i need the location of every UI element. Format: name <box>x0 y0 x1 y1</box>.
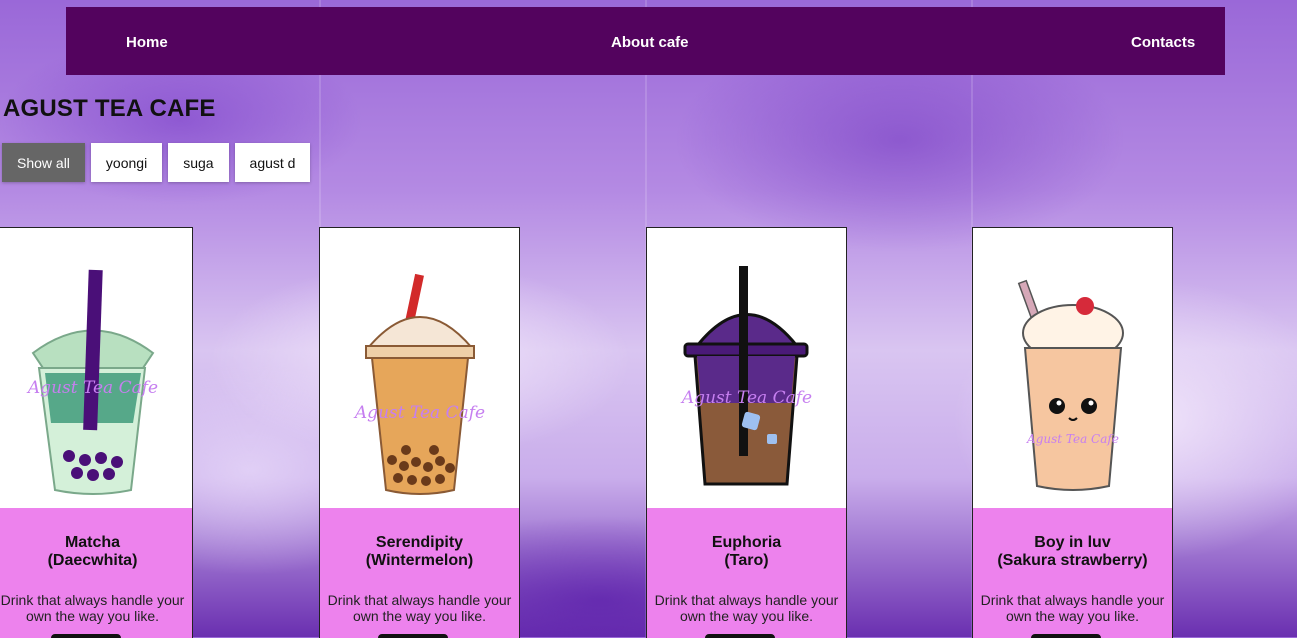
description-line: Drink that always handle your <box>0 592 185 608</box>
nav-home-link[interactable]: Home <box>126 34 168 51</box>
filter-agust-d-button[interactable]: agust d <box>234 143 311 182</box>
description-line: Drink that always handle your <box>980 592 1165 608</box>
product-name-line: Serendipity <box>375 534 464 551</box>
cup-logo-text: Agust Tea Cafe <box>680 388 812 408</box>
filter-show-all-button[interactable]: Show all <box>2 143 85 182</box>
order-button[interactable] <box>378 634 448 638</box>
product-name: Euphoria (Taro) <box>647 534 846 570</box>
product-name-line: Matcha <box>64 534 121 551</box>
product-info: Matcha (Daecwhita) Drink that always han… <box>0 508 192 638</box>
product-flavor: (Sakura strawberry) <box>997 552 1148 569</box>
description-line: own the way you like. <box>352 608 487 624</box>
product-flavor: (Wintermelon) <box>365 552 474 569</box>
product-info: Euphoria (Taro) Drink that always handle… <box>647 508 846 638</box>
product-name: Matcha (Daecwhita) <box>0 534 192 570</box>
product-description: Drink that always handle your own the wa… <box>0 592 192 624</box>
matcha-drink-image: Agust Tea Cafe <box>0 228 192 508</box>
product-info: Boy in luv (Sakura strawberry) Drink tha… <box>973 508 1172 638</box>
product-name-line: Euphoria <box>711 534 782 551</box>
description-line: own the way you like. <box>1005 608 1140 624</box>
product-description: Drink that always handle your own the wa… <box>973 592 1172 624</box>
top-navigation: Home About cafe Contacts <box>66 7 1225 75</box>
boy-in-luv-drink-image: Agust Tea Cafe <box>973 228 1172 508</box>
serendipity-drink-image: Agust Tea Cafe <box>320 228 519 508</box>
order-button[interactable] <box>1031 634 1101 638</box>
filter-suga-button[interactable]: suga <box>168 143 229 182</box>
product-flavor: (Taro) <box>724 552 769 569</box>
product-name: Boy in luv (Sakura strawberry) <box>973 534 1172 570</box>
filter-bar: Show all yoongi suga agust d <box>2 143 311 182</box>
product-card[interactable]: Agust Tea Cafe Euphoria (Taro) Drink tha… <box>646 227 847 638</box>
order-button[interactable] <box>705 634 775 638</box>
description-line: Drink that always handle your <box>327 592 512 608</box>
product-card[interactable]: Agust Tea Cafe Boy in luv (Sakura strawb… <box>972 227 1173 638</box>
product-info: Serendipity (Wintermelon) Drink that alw… <box>320 508 519 638</box>
description-line: own the way you like. <box>25 608 160 624</box>
nav-contacts-link[interactable]: Contacts <box>1131 34 1195 51</box>
page-title: AGUST TEA CAFE <box>3 95 216 122</box>
product-description: Drink that always handle your own the wa… <box>647 592 846 624</box>
order-button[interactable] <box>51 634 121 638</box>
filter-yoongi-button[interactable]: yoongi <box>90 143 163 182</box>
product-description: Drink that always handle your own the wa… <box>320 592 519 624</box>
product-name: Serendipity (Wintermelon) <box>320 534 519 570</box>
product-card[interactable]: Agust Tea Cafe Serendipity (Wintermelon)… <box>319 227 520 638</box>
description-line: own the way you like. <box>679 608 814 624</box>
product-flavor: (Daecwhita) <box>47 552 138 569</box>
product-name-line: Boy in luv <box>1034 534 1111 551</box>
description-line: Drink that always handle your <box>654 592 839 608</box>
nav-about-link[interactable]: About cafe <box>611 34 689 51</box>
cup-logo-text: Agust Tea Cafe <box>26 378 158 398</box>
cup-logo-text: Agust Tea Cafe <box>1026 432 1119 446</box>
cup-logo-text: Agust Tea Cafe <box>353 403 485 423</box>
product-card[interactable]: Agust Tea Cafe Matcha (Daecwhita) Drink … <box>0 227 193 638</box>
euphoria-drink-image: Agust Tea Cafe <box>647 228 846 508</box>
